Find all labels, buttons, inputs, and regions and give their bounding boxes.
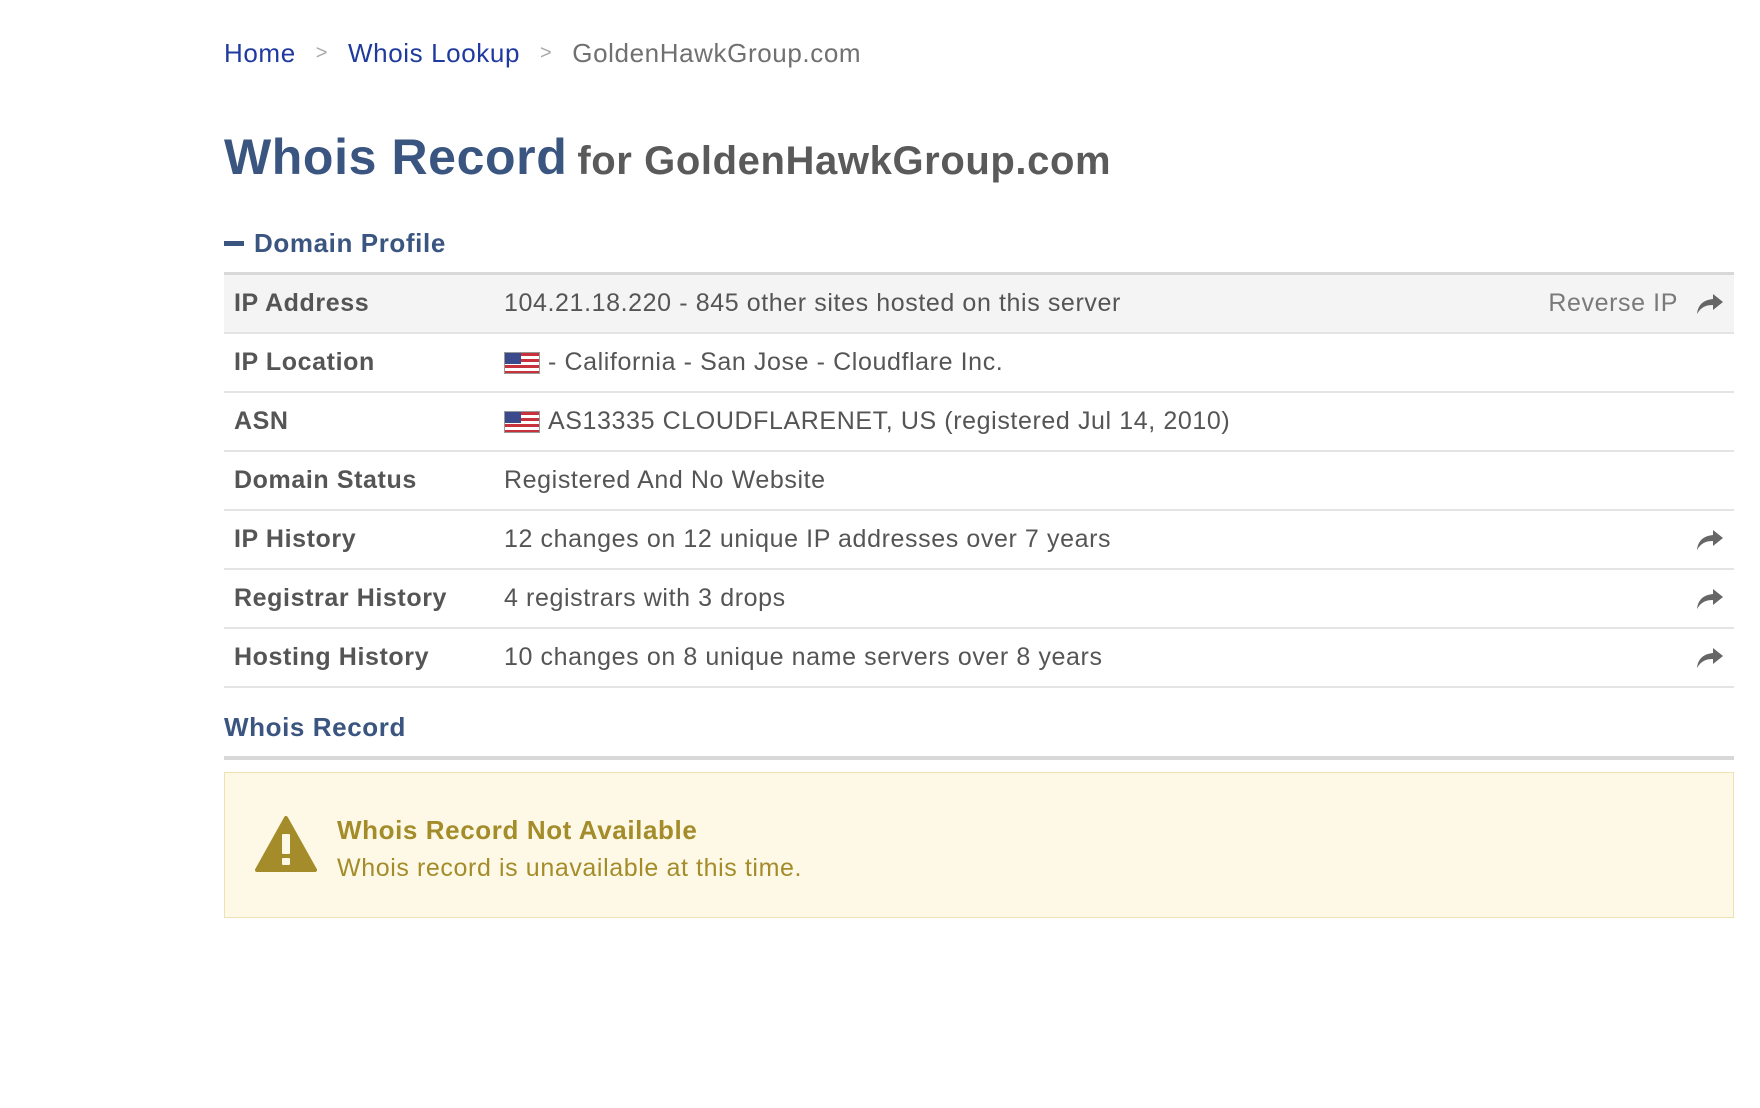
whois-record-heading: Whois Record <box>224 712 406 742</box>
reverse-ip-label: Reverse IP <box>1548 289 1678 317</box>
us-flag-icon <box>504 410 540 433</box>
row-label: IP Address <box>234 289 370 317</box>
row-value: 104.21.18.220 - 845 other sites hosted o… <box>504 289 1121 318</box>
alert-title: Whois Record Not Available <box>337 815 698 845</box>
page-title: Whois Record for GoldenHawkGroup.com <box>224 128 1111 186</box>
whois-unavailable-alert: Whois Record Not Available Whois record … <box>224 772 1734 918</box>
registrar-history-link[interactable] <box>1696 587 1724 611</box>
table-row: ASN AS13335 CLOUDFLARENET, US (registere… <box>224 393 1734 452</box>
page-title-domain: for GoldenHawkGroup.com <box>577 139 1112 183</box>
us-flag-icon <box>504 351 540 374</box>
row-label: ASN <box>234 407 289 435</box>
share-arrow-icon <box>1697 588 1723 609</box>
breadcrumb-whois-lookup-link[interactable]: Whois Lookup <box>348 38 520 69</box>
domain-profile-toggle[interactable]: Domain Profile <box>224 228 446 259</box>
row-label: IP Location <box>234 348 375 376</box>
registrar-history-value: 4 registrars with 3 drops <box>504 584 786 612</box>
breadcrumb-current: GoldenHawkGroup.com <box>572 38 862 68</box>
breadcrumb-separator: > <box>315 42 329 64</box>
table-row: IP Address 104.21.18.220 - 845 other sit… <box>224 275 1734 334</box>
row-label: Registrar History <box>234 584 448 612</box>
page-title-main: Whois Record <box>224 129 568 185</box>
row-value: - California - San Jose - Cloudflare Inc… <box>504 348 1003 377</box>
breadcrumb-home-link[interactable]: Home <box>224 38 296 69</box>
share-arrow-icon <box>1697 647 1723 668</box>
row-value: 10 changes on 8 unique name servers over… <box>504 643 1103 672</box>
domain-profile-heading: Domain Profile <box>254 228 446 258</box>
row-label: Hosting History <box>234 643 430 671</box>
divider <box>224 756 1734 760</box>
table-row: Domain Status Registered And No Website <box>224 452 1734 511</box>
reverse-ip-link[interactable]: Reverse IP <box>1548 289 1724 318</box>
row-value: Registered And No Website <box>504 466 826 495</box>
row-label: IP History <box>234 525 357 553</box>
ip-address-value: 104.21.18.220 - 845 other sites hosted o… <box>504 289 1121 317</box>
breadcrumb-separator: > <box>540 42 553 64</box>
breadcrumb: Home > Whois Lookup > GoldenHawkGroup.co… <box>224 38 861 69</box>
warning-icon <box>255 816 317 872</box>
table-row: Registrar History 4 registrars with 3 dr… <box>224 570 1734 629</box>
minus-icon <box>224 241 244 246</box>
hosting-history-link[interactable] <box>1696 646 1724 670</box>
table-row: IP Location - California - San Jose - Cl… <box>224 334 1734 393</box>
domain-status-value: Registered And No Website <box>504 466 826 494</box>
ip-location-value: - California - San Jose - Cloudflare Inc… <box>548 348 1004 376</box>
asn-value: AS13335 CLOUDFLARENET, US (registered Ju… <box>548 407 1231 435</box>
alert-message: Whois record is unavailable at this time… <box>337 854 803 882</box>
ip-history-link[interactable] <box>1696 528 1724 552</box>
row-label: Domain Status <box>234 466 417 494</box>
row-value: 4 registrars with 3 drops <box>504 584 786 613</box>
share-arrow-icon <box>1697 529 1723 550</box>
table-row: IP History 12 changes on 12 unique IP ad… <box>224 511 1734 570</box>
table-row: Hosting History 10 changes on 8 unique n… <box>224 629 1734 688</box>
row-value: 12 changes on 12 unique IP addresses ove… <box>504 525 1111 554</box>
domain-profile-table: IP Address 104.21.18.220 - 845 other sit… <box>224 272 1734 688</box>
row-value: AS13335 CLOUDFLARENET, US (registered Ju… <box>504 407 1230 436</box>
ip-history-value: 12 changes on 12 unique IP addresses ove… <box>504 525 1112 553</box>
share-arrow-icon <box>1697 293 1723 314</box>
hosting-history-value: 10 changes on 8 unique name servers over… <box>504 643 1103 671</box>
